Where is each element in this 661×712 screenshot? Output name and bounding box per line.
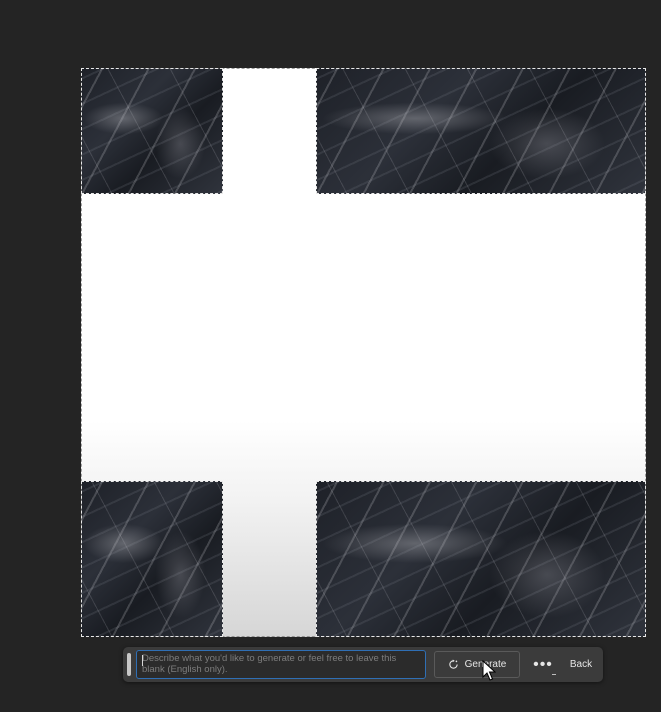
generate-button[interactable]: Generate bbox=[434, 651, 520, 678]
selection-marquee-bottom-right bbox=[316, 481, 646, 637]
more-dots-icon: ••• bbox=[533, 655, 553, 673]
chevron-down-icon bbox=[552, 674, 556, 675]
generate-prompt-input[interactable]: Describe what you'd like to generate or … bbox=[136, 650, 426, 679]
selection-marquee-top-right bbox=[316, 68, 646, 194]
mouse-pointer-icon bbox=[482, 660, 496, 681]
taskbar-drag-handle[interactable] bbox=[127, 653, 131, 676]
selection-marquee-top-left bbox=[81, 68, 223, 194]
document-workspace: Describe what you'd like to generate or … bbox=[0, 0, 661, 712]
image-canvas[interactable] bbox=[81, 68, 646, 637]
text-caret bbox=[142, 655, 143, 666]
back-button[interactable]: Back bbox=[563, 651, 599, 678]
prompt-placeholder: Describe what you'd like to generate or … bbox=[142, 653, 397, 675]
back-button-label: Back bbox=[569, 659, 593, 670]
selection-marquee-bottom-left bbox=[81, 481, 223, 637]
contextual-taskbar: Describe what you'd like to generate or … bbox=[123, 647, 603, 682]
refresh-sparkle-icon bbox=[448, 659, 458, 669]
